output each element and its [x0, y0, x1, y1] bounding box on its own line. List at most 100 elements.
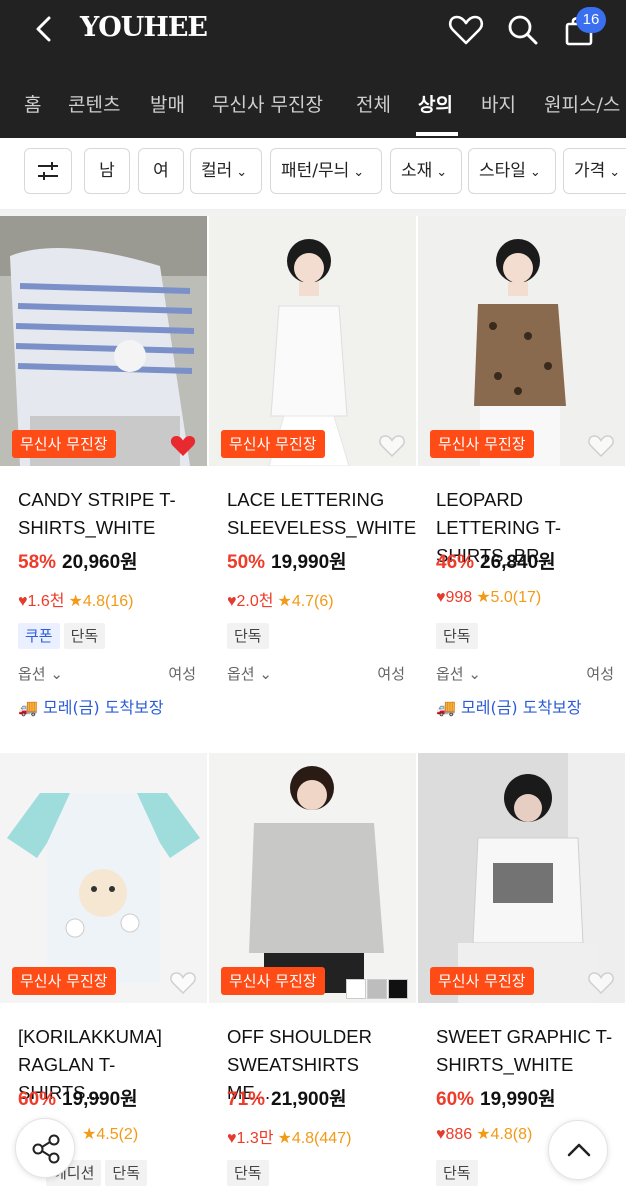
mujinjang-badge: 무신사 무진장 [12, 967, 116, 995]
mujinjang-badge: 무신사 무진장 [430, 430, 534, 458]
heart-icon[interactable] [446, 10, 486, 50]
discount-rate: 58% [18, 552, 57, 573]
product-card[interactable]: 무신사 무진장 LACE LETTERING SLEEVELESS_WHITE … [209, 216, 416, 736]
heart-small-icon: ♥ [18, 593, 28, 610]
row-gap [0, 745, 626, 753]
filter-price[interactable]: 가격 ⌄ [563, 148, 626, 194]
filter-style[interactable]: 스타일 ⌄ [468, 148, 556, 194]
option-row[interactable]: 옵션 ⌄ 여성 [436, 663, 614, 684]
brand-logo[interactable]: YOUHEE [80, 12, 208, 43]
price-row: 60% 19,990원 [436, 1084, 556, 1111]
tab-contents[interactable]: 콘텐츠 [68, 90, 120, 117]
product-title[interactable]: SWEET GRAPHIC T-SHIRTS_WHITE [436, 1023, 616, 1079]
swatch-gray[interactable] [367, 979, 387, 999]
price-row: 46% 26,840원 [436, 547, 556, 574]
filter-color[interactable]: 컬러 ⌄ [190, 148, 262, 194]
star-icon: ★ [68, 593, 83, 610]
gender-label: 여성 [377, 665, 405, 683]
product-image[interactable] [418, 753, 625, 1003]
price-row: 58% 20,960원 [18, 547, 138, 574]
swatch-black[interactable] [388, 979, 408, 999]
chevron-down-icon: ⌄ [236, 165, 248, 180]
filter-men[interactable]: 남 [84, 148, 130, 194]
product-image[interactable] [418, 216, 625, 466]
product-image[interactable] [209, 216, 416, 466]
filter-pattern[interactable]: 패턴/무늬 ⌄ [270, 148, 382, 194]
tab-home[interactable]: 홈 [24, 90, 41, 117]
rating: 4.5(2) [96, 1126, 139, 1143]
stats-row: ♥998 ★5.0(17) [436, 587, 541, 607]
filter-color-label: 컬러 [201, 161, 233, 181]
heart-icon[interactable] [169, 432, 197, 460]
heart-small-icon: ♥ [227, 593, 237, 610]
tag-list: 쿠폰 단독 [18, 623, 109, 649]
option-label: 옵션 [18, 665, 46, 683]
filter-price-label: 가격 [574, 161, 606, 181]
rating: 5.0(17) [490, 589, 542, 606]
filter-settings-button[interactable] [24, 148, 72, 194]
like-count: 1.6천 [27, 593, 65, 610]
delivery-text: 모레(금) 도착보장 [461, 698, 582, 717]
tab-tops[interactable]: 상의 [418, 90, 453, 117]
option-row[interactable]: 옵션 ⌄ 여성 [227, 663, 405, 684]
tag-list: 단독 [227, 1160, 273, 1186]
back-arrow-icon[interactable] [28, 12, 62, 46]
option-label: 옵션 [227, 665, 255, 683]
price-row: 60% 19,990원 [18, 1084, 138, 1111]
gender-label: 여성 [586, 665, 614, 683]
mujinjang-badge: 무신사 무진장 [12, 430, 116, 458]
product-image[interactable] [0, 216, 207, 466]
product-title[interactable]: LACE LETTERING SLEEVELESS_WHITE [227, 486, 416, 542]
chevron-down-icon: ⌄ [609, 165, 621, 180]
tab-mujinjang[interactable]: 무신사 무진장 [212, 90, 323, 117]
top-bar: YOUHEE 16 [0, 0, 626, 64]
filter-pattern-label: 패턴/무늬 [281, 161, 350, 181]
like-count: 886 [445, 1126, 473, 1143]
discount-rate: 50% [227, 552, 266, 573]
star-icon: ★ [476, 589, 491, 606]
price: 19,990원 [271, 552, 347, 573]
rating: 4.8(8) [490, 1126, 533, 1143]
stats-row: ♥1.6천 ★4.8(16) [18, 587, 134, 611]
truck-icon: 🚚 [436, 698, 456, 717]
product-card[interactable]: 무신사 무진장 LEOPARD LETTERING T-SHIRTS_BR...… [418, 216, 625, 736]
heart-icon[interactable] [378, 432, 406, 460]
scroll-top-button[interactable] [548, 1120, 608, 1180]
chevron-down-icon: ⌄ [468, 665, 481, 683]
tab-all[interactable]: 전체 [356, 90, 391, 117]
cart-count-badge: 16 [576, 7, 606, 33]
stats-row: ♥2.0천 ★4.7(6) [227, 587, 334, 611]
product-image[interactable] [0, 753, 207, 1003]
heart-icon[interactable] [169, 969, 197, 997]
price: 20,960원 [62, 552, 138, 573]
swatch-white[interactable] [346, 979, 366, 999]
chevron-down-icon: ⌄ [353, 165, 365, 180]
chevron-up-icon [567, 1143, 591, 1157]
truck-icon: 🚚 [18, 698, 38, 717]
tab-dresses[interactable]: 원피스/스 [544, 90, 620, 117]
exclusive-tag: 단독 [105, 1160, 148, 1186]
delivery-guarantee: 🚚 모레(금) 도착보장 [18, 694, 164, 718]
star-icon: ★ [476, 1126, 491, 1143]
option-row[interactable]: 옵션 ⌄ 여성 [18, 663, 196, 684]
price-row: 50% 19,990원 [227, 547, 347, 574]
heart-icon[interactable] [587, 432, 615, 460]
stats-row: ♥1.3만 ★4.8(447) [227, 1124, 351, 1148]
mujinjang-badge: 무신사 무진장 [221, 430, 325, 458]
tab-pants[interactable]: 바지 [481, 90, 516, 117]
filter-material-label: 소재 [401, 161, 433, 181]
share-button[interactable] [15, 1118, 75, 1178]
price: 21,900원 [271, 1089, 347, 1110]
color-swatches[interactable] [345, 979, 408, 999]
tab-release[interactable]: 발매 [150, 90, 185, 117]
filter-women[interactable]: 여 [138, 148, 184, 194]
filter-material[interactable]: 소재 ⌄ [390, 148, 462, 194]
product-title[interactable]: CANDY STRIPE T-SHIRTS_WHITE [18, 486, 198, 542]
filter-style-label: 스타일 [479, 161, 526, 181]
product-card[interactable]: 무신사 무진장 CANDY STRIPE T-SHIRTS_WHITE 58% 2… [0, 216, 207, 736]
product-card[interactable]: 무신사 무진장 OFF SHOULDER SWEATSHIRTS ME... 7… [209, 753, 416, 1200]
product-image[interactable] [209, 753, 416, 1003]
search-icon[interactable] [503, 10, 543, 50]
tag-list: 단독 [227, 623, 273, 649]
heart-icon[interactable] [587, 969, 615, 997]
